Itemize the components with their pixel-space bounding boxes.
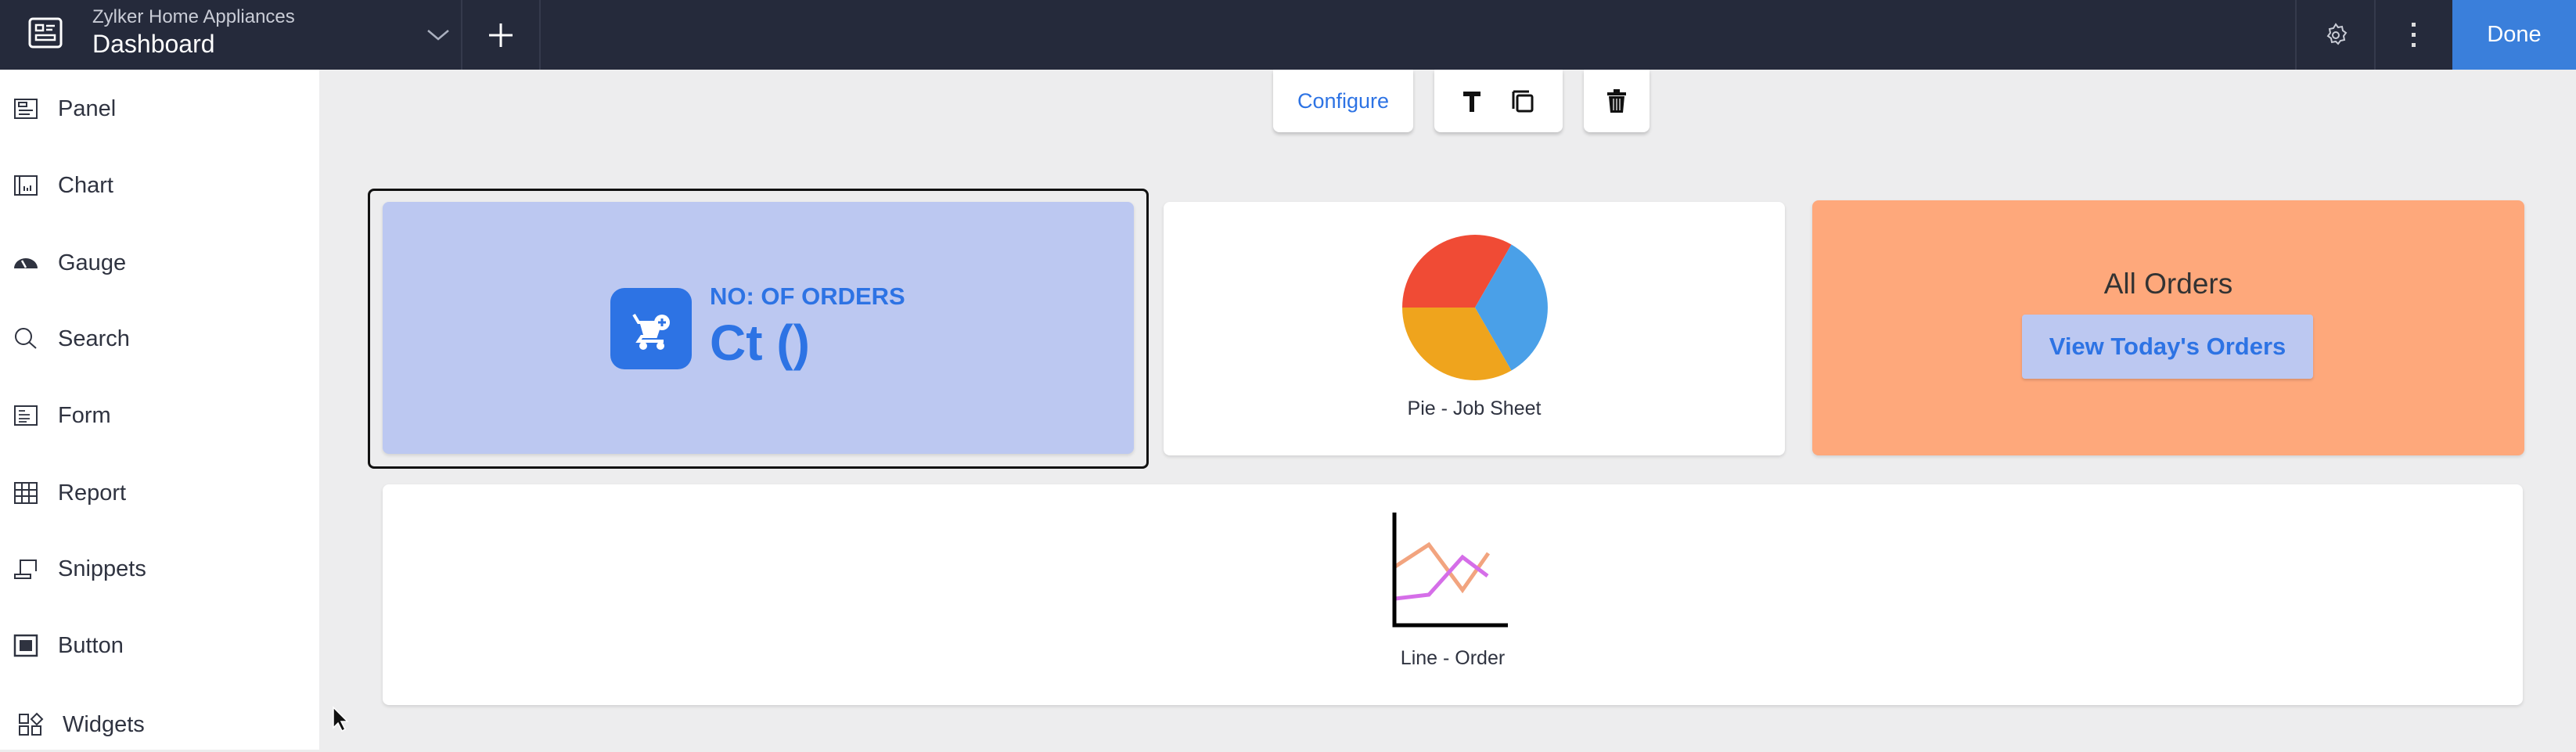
orders-count-widget[interactable]: NO: OF ORDERS Ct () [383,202,1134,454]
sidebar-item-label: Chart [58,172,113,198]
all-orders-widget: All Orders View Today's Orders [1812,200,2524,455]
orders-count-value: Ct () [710,315,810,371]
app-name: Zylker Home Appliances [92,6,295,27]
more-vertical-icon [2412,22,2416,47]
sidebar-item-report[interactable]: Report [0,466,319,520]
sidebar-item-label: Search [58,326,130,351]
widgets-icon [19,712,44,736]
snippets-icon [14,560,37,579]
mouse-cursor-icon [333,706,349,732]
sidebar-item-label: Form [58,402,111,428]
gauge-icon [14,258,38,268]
orders-count-title: NO: OF ORDERS [710,282,905,310]
page-switcher-dropdown[interactable] [415,0,462,70]
delete-button[interactable] [1584,70,1650,132]
chevron-down-icon [427,29,449,41]
settings-button[interactable] [2297,0,2374,70]
form-icon [14,405,38,426]
trash-icon [1607,89,1626,113]
add-to-cart-icon [632,313,670,350]
duplicate-icon[interactable] [1511,88,1534,113]
done-button[interactable]: Done [2452,0,2576,70]
all-orders-title: All Orders [2103,268,2233,300]
page-title[interactable]: Dashboard [92,30,215,59]
sidebar-item-label: Gauge [58,250,127,275]
sidebar-item-widgets[interactable]: Widgets [0,697,319,752]
sidebar-item-label: Panel [58,95,117,121]
sidebar-item-label: Button [58,632,124,658]
divider [539,0,541,70]
sidebar-item-form[interactable]: Form [0,388,319,443]
report-icon [14,482,38,504]
top-bar: Zylker Home Appliances Dashboard Done [0,0,2576,70]
sidebar-item-label: Snippets [58,556,146,581]
configure-button[interactable]: Configure [1273,70,1413,132]
configure-label: Configure [1297,88,1390,113]
pie-chart-widget[interactable]: Pie - Job Sheet [1164,202,1785,455]
sidebar-item-button[interactable]: Button [0,618,319,673]
panel-icon [14,99,38,119]
sidebar-item-panel[interactable]: Panel [0,81,319,136]
line-chart-widget[interactable]: Line - Order [383,484,2523,705]
view-todays-orders-button[interactable]: View Today's Orders [2022,315,2313,379]
chart-icon [14,175,38,196]
component-sidebar: Panel Chart Gauge Search Form Report Sni… [0,70,319,750]
sidebar-item-search[interactable]: Search [0,311,319,366]
plus-icon [489,23,513,47]
sidebar-item-label: Widgets [63,711,145,737]
button-icon [13,634,38,657]
dashboard-app-icon[interactable] [28,17,63,49]
pie-chart-thumbnail [1402,235,1548,380]
line-chart-thumbnail [1392,513,1508,628]
sidebar-item-chart[interactable]: Chart [0,158,319,213]
sidebar-item-label: Report [58,480,127,506]
sidebar-item-gauge[interactable]: Gauge [0,236,319,290]
text-format-icon[interactable] [1462,89,1481,113]
cart-icon-tile [610,288,692,369]
more-options-button[interactable] [2376,0,2452,70]
gear-icon [2326,22,2347,45]
sidebar-item-snippets[interactable]: Snippets [0,542,319,596]
add-page-button[interactable] [462,0,539,70]
pie-widget-label: Pie - Job Sheet [1407,398,1542,419]
edit-toolbar-group [1434,70,1563,132]
search-icon [15,328,37,349]
line-widget-label: Line - Order [1400,647,1506,669]
